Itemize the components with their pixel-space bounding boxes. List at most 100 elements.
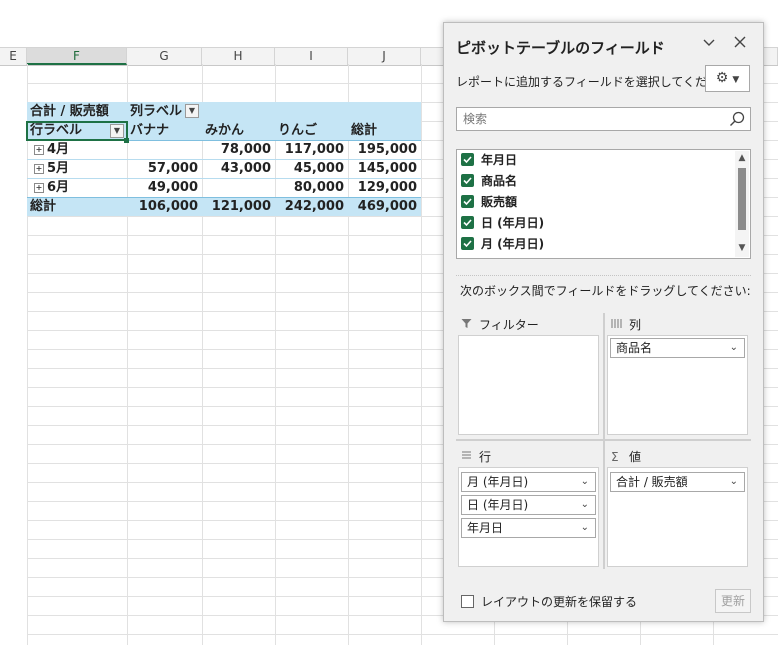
filter-icon xyxy=(461,318,473,332)
field-list-scrollbar[interactable]: ▲ ▼ xyxy=(735,151,749,257)
gridline xyxy=(27,634,778,635)
area-splitter[interactable] xyxy=(456,439,751,441)
pivot-cell[interactable]: 49,000 xyxy=(127,178,202,197)
pivot-row-label-cell: 4月 xyxy=(47,142,70,157)
filter-area-title: フィルター xyxy=(479,318,539,332)
column-header-e[interactable]: E xyxy=(0,48,27,65)
update-button[interactable]: 更新 xyxy=(715,589,751,613)
pivot-cell[interactable]: 57,000 xyxy=(127,159,202,178)
checkbox-checked[interactable] xyxy=(461,195,474,208)
pivot-total-cell[interactable]: 106,000 xyxy=(127,197,202,216)
pivot-cell[interactable]: 80,000 xyxy=(275,178,348,197)
pivot-cell[interactable]: 145,000 xyxy=(348,159,421,178)
checkbox-checked[interactable] xyxy=(461,216,474,229)
rows-area-title: 行 xyxy=(479,450,492,464)
area-splitter[interactable] xyxy=(603,313,605,569)
pivot-col-header[interactable]: 総計 xyxy=(348,121,421,140)
row-field-chip[interactable]: 日 (年月日) ⌄ xyxy=(461,495,596,515)
pivot-cell[interactable]: 78,000 xyxy=(202,140,275,159)
defer-update-label[interactable]: レイアウトの更新を保留する xyxy=(481,593,637,610)
filter-drop-area[interactable] xyxy=(458,335,599,435)
field-item[interactable]: 商品名 xyxy=(461,171,517,192)
pivot-value-label[interactable]: 合計 / 販売額 xyxy=(27,102,127,121)
expand-icon[interactable]: + xyxy=(34,182,44,193)
pivot-cell[interactable]: 45,000 xyxy=(275,159,348,178)
pivot-cell[interactable] xyxy=(202,178,275,197)
pivot-field-pane: ピボットテーブルのフィールド レポートに追加するフィールドを選択してください: … xyxy=(443,22,764,622)
field-label: 販売額 xyxy=(481,195,518,209)
value-field-chip[interactable]: 合計 / 販売額 ⌄ xyxy=(610,472,745,492)
pivot-total-cell[interactable]: 469,000 xyxy=(348,197,421,216)
expand-icon[interactable]: + xyxy=(34,163,44,174)
values-area-title: 値 xyxy=(629,450,642,464)
field-item[interactable]: 日 (年月日) xyxy=(461,213,544,234)
pivot-row[interactable]: +4月 xyxy=(31,140,127,159)
values-drop-area[interactable]: 合計 / 販売額 ⌄ xyxy=(607,467,748,567)
checkbox-checked[interactable] xyxy=(461,153,474,166)
pivot-cell[interactable]: 117,000 xyxy=(275,140,348,159)
pivot-col-header[interactable]: バナナ xyxy=(127,121,202,140)
pivot-col-header[interactable]: りんご xyxy=(275,121,348,140)
pane-title: ピボットテーブルのフィールド xyxy=(456,39,665,57)
active-cell-selection xyxy=(26,121,128,141)
columns-area-label: 列 xyxy=(611,316,641,333)
chip-label: 年月日 xyxy=(467,521,504,535)
chevron-down-icon: ▼ xyxy=(188,106,196,115)
drag-fields-label: 次のボックス間でフィールドをドラッグしてください: xyxy=(460,284,751,298)
pivot-cell[interactable]: 195,000 xyxy=(348,140,421,159)
chip-label: 合計 / 販売額 xyxy=(616,475,688,489)
columns-drop-area[interactable]: 商品名 ⌄ xyxy=(607,335,748,435)
field-list[interactable]: 年月日 商品名 販売額 日 (年月日) 月 (年月日) ▲ ▼ xyxy=(456,149,751,259)
chevron-down-icon: ⌄ xyxy=(729,476,738,487)
column-header-j[interactable]: J xyxy=(348,48,421,65)
pivot-cell[interactable]: 129,000 xyxy=(348,178,421,197)
column-label-filter-button[interactable]: ▼ xyxy=(185,104,199,118)
chevron-down-icon: ⌄ xyxy=(729,342,738,353)
chevron-down-icon[interactable] xyxy=(700,35,718,53)
pivot-col-header[interactable]: みかん xyxy=(202,121,275,140)
choose-fields-label: レポートに追加するフィールドを選択してください: xyxy=(456,75,736,89)
column-header-i[interactable]: I xyxy=(275,48,348,65)
field-item[interactable]: 販売額 xyxy=(461,192,517,213)
rows-area-label: 行 xyxy=(461,448,491,465)
field-label: 年月日 xyxy=(481,153,518,167)
pivot-column-label[interactable]: 列ラベル xyxy=(127,102,187,121)
pivot-total-label[interactable]: 総計 xyxy=(27,197,127,216)
scroll-up-icon[interactable]: ▲ xyxy=(737,153,747,163)
sigma-icon: Σ xyxy=(611,450,619,464)
chip-label: 商品名 xyxy=(616,341,653,355)
field-item[interactable]: 年月日 xyxy=(461,150,517,171)
pivot-row[interactable]: +6月 xyxy=(31,178,127,197)
checkbox-checked[interactable] xyxy=(461,174,474,187)
pivot-total-cell[interactable]: 121,000 xyxy=(202,197,275,216)
checkbox-checked[interactable] xyxy=(461,237,474,250)
column-header-g[interactable]: G xyxy=(127,48,202,65)
rows-drop-area[interactable]: 月 (年月日) ⌄ 日 (年月日) ⌄ 年月日 ⌄ xyxy=(458,467,599,567)
field-label: 商品名 xyxy=(481,174,518,188)
column-field-chip[interactable]: 商品名 ⌄ xyxy=(610,338,745,358)
chevron-down-icon: ▼ xyxy=(732,75,740,85)
search-field[interactable] xyxy=(456,107,751,131)
scroll-thumb[interactable] xyxy=(738,168,746,230)
pivot-total-cell[interactable]: 242,000 xyxy=(275,197,348,216)
pivot-row[interactable]: +5月 xyxy=(31,159,127,178)
columns-area-title: 列 xyxy=(629,318,642,332)
values-area-label: Σ値 xyxy=(611,448,641,465)
field-item[interactable]: 月 (年月日) xyxy=(461,234,544,255)
scroll-down-icon[interactable]: ▼ xyxy=(737,243,747,253)
gear-icon: ⚙ xyxy=(715,70,729,86)
row-field-chip[interactable]: 年月日 ⌄ xyxy=(461,518,596,538)
column-header-h[interactable]: H xyxy=(202,48,275,65)
field-label: 日 (年月日) xyxy=(481,216,545,230)
chip-label: 日 (年月日) xyxy=(467,498,529,512)
defer-update-checkbox[interactable] xyxy=(461,595,474,608)
close-icon[interactable] xyxy=(731,35,749,53)
pivot-cell[interactable] xyxy=(127,140,202,159)
search-input[interactable] xyxy=(457,108,719,130)
rows-icon xyxy=(461,450,473,464)
column-header-f[interactable]: F xyxy=(27,48,127,65)
expand-icon[interactable]: + xyxy=(34,144,44,155)
row-field-chip[interactable]: 月 (年月日) ⌄ xyxy=(461,472,596,492)
pivot-cell[interactable]: 43,000 xyxy=(202,159,275,178)
tools-button[interactable]: ⚙ ▼ xyxy=(705,65,750,92)
